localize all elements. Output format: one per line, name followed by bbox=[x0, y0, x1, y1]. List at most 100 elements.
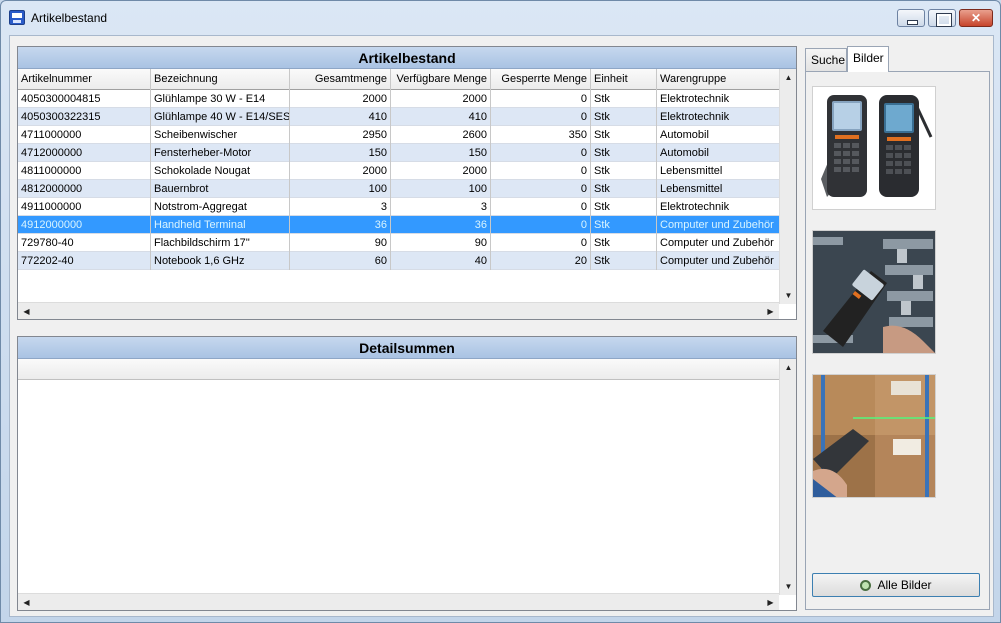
cell-gesperrte-menge[interactable]: 0 bbox=[491, 144, 591, 162]
column-header-gesperrte-menge[interactable]: Gesperrte Menge bbox=[491, 69, 591, 90]
detail-vertical-scrollbar[interactable]: ▲ ▼ bbox=[779, 359, 796, 595]
cell-gesamtmenge[interactable]: 2950 bbox=[290, 126, 391, 144]
column-header-warengruppe[interactable]: Warengruppe bbox=[657, 69, 779, 90]
scroll-right-arrow-icon[interactable]: ▶ bbox=[762, 594, 779, 611]
table-row[interactable]: 4811000000 Schokolade Nougat 2000 2000 0 Stk L… bbox=[18, 162, 779, 180]
cell-warengruppe[interactable]: Computer und Zubehör bbox=[657, 252, 779, 270]
cell-gesperrte-menge[interactable]: 0 bbox=[491, 162, 591, 180]
column-header-artikelnummer[interactable]: Artikelnummer bbox=[18, 69, 151, 90]
cell-artikelnummer[interactable]: 4912000000 bbox=[18, 216, 151, 234]
cell-gesperrte-menge[interactable]: 0 bbox=[491, 108, 591, 126]
title-bar[interactable]: Artikelbestand bbox=[1, 1, 1000, 35]
table-row[interactable]: 4912000000 Handheld Terminal 36 36 0 Stk Compu… bbox=[18, 216, 779, 234]
cell-verfuegbare-menge[interactable]: 40 bbox=[391, 252, 491, 270]
cell-warengruppe[interactable]: Lebensmittel bbox=[657, 162, 779, 180]
cell-einheit[interactable]: Stk bbox=[591, 252, 657, 270]
cell-einheit[interactable]: Stk bbox=[591, 108, 657, 126]
cell-einheit[interactable]: Stk bbox=[591, 180, 657, 198]
cell-gesperrte-menge[interactable]: 0 bbox=[491, 198, 591, 216]
cell-verfuegbare-menge[interactable]: 36 bbox=[391, 216, 491, 234]
cell-gesamtmenge[interactable]: 2000 bbox=[290, 90, 391, 108]
cell-gesperrte-menge[interactable]: 20 bbox=[491, 252, 591, 270]
cell-gesamtmenge[interactable]: 36 bbox=[290, 216, 391, 234]
cell-gesamtmenge[interactable]: 60 bbox=[290, 252, 391, 270]
cell-bezeichnung[interactable]: Schokolade Nougat bbox=[151, 162, 290, 180]
column-header-bezeichnung[interactable]: Bezeichnung bbox=[151, 69, 290, 90]
cell-warengruppe[interactable]: Elektrotechnik bbox=[657, 108, 779, 126]
artikel-vertical-scrollbar[interactable]: ▲ ▼ bbox=[779, 69, 796, 304]
cell-warengruppe[interactable]: Automobil bbox=[657, 144, 779, 162]
cell-warengruppe[interactable]: Lebensmittel bbox=[657, 180, 779, 198]
cell-einheit[interactable]: Stk bbox=[591, 126, 657, 144]
cell-bezeichnung[interactable]: Glühlampe 40 W - E14/SES bbox=[151, 108, 290, 126]
cell-artikelnummer[interactable]: 772202-40 bbox=[18, 252, 151, 270]
image-thumbnail-barcode-scan[interactable] bbox=[812, 374, 936, 498]
cell-einheit[interactable]: Stk bbox=[591, 162, 657, 180]
maximize-button[interactable] bbox=[928, 9, 956, 27]
cell-gesamtmenge[interactable]: 410 bbox=[290, 108, 391, 126]
cell-warengruppe[interactable]: Elektrotechnik bbox=[657, 198, 779, 216]
alle-bilder-button[interactable]: Alle Bilder bbox=[812, 573, 980, 597]
artikel-horizontal-scrollbar[interactable]: ◀ ▶ bbox=[18, 302, 779, 319]
cell-artikelnummer[interactable]: 4711000000 bbox=[18, 126, 151, 144]
cell-verfuegbare-menge[interactable]: 150 bbox=[391, 144, 491, 162]
cell-gesperrte-menge[interactable]: 350 bbox=[491, 126, 591, 144]
cell-warengruppe[interactable]: Computer und Zubehör bbox=[657, 216, 779, 234]
scroll-left-arrow-icon[interactable]: ◀ bbox=[18, 594, 35, 611]
cell-gesamtmenge[interactable]: 3 bbox=[290, 198, 391, 216]
cell-verfuegbare-menge[interactable]: 2600 bbox=[391, 126, 491, 144]
cell-einheit[interactable]: Stk bbox=[591, 90, 657, 108]
cell-bezeichnung[interactable]: Handheld Terminal bbox=[151, 216, 290, 234]
table-row[interactable]: 4812000000 Bauernbrot 100 100 0 Stk Lebensmitt… bbox=[18, 180, 779, 198]
table-row[interactable]: 4050300322315 Glühlampe 40 W - E14/SES 410… bbox=[18, 108, 779, 126]
cell-gesperrte-menge[interactable]: 0 bbox=[491, 180, 591, 198]
cell-artikelnummer[interactable]: 4911000000 bbox=[18, 198, 151, 216]
cell-warengruppe[interactable]: Elektrotechnik bbox=[657, 90, 779, 108]
table-row[interactable]: 4712000000 Fensterheber-Motor 150 150 0 Stk Au… bbox=[18, 144, 779, 162]
scroll-down-arrow-icon[interactable]: ▼ bbox=[780, 578, 797, 595]
scroll-right-arrow-icon[interactable]: ▶ bbox=[762, 303, 779, 320]
cell-gesamtmenge[interactable]: 100 bbox=[290, 180, 391, 198]
cell-gesperrte-menge[interactable]: 0 bbox=[491, 90, 591, 108]
cell-bezeichnung[interactable]: Bauernbrot bbox=[151, 180, 290, 198]
cell-artikelnummer[interactable]: 4050300322315 bbox=[18, 108, 151, 126]
cell-verfuegbare-menge[interactable]: 90 bbox=[391, 234, 491, 252]
table-row[interactable]: 4711000000 Scheibenwischer 2950 2600 350 Stk A… bbox=[18, 126, 779, 144]
image-thumbnail-handheld-terminals[interactable] bbox=[812, 86, 936, 210]
cell-bezeichnung[interactable]: Fensterheber-Motor bbox=[151, 144, 290, 162]
cell-artikelnummer[interactable]: 729780-40 bbox=[18, 234, 151, 252]
close-button[interactable] bbox=[959, 9, 993, 27]
scroll-left-arrow-icon[interactable]: ◀ bbox=[18, 303, 35, 320]
image-thumbnail-warehouse-scan[interactable] bbox=[812, 230, 936, 354]
cell-verfuegbare-menge[interactable]: 3 bbox=[391, 198, 491, 216]
column-header-einheit[interactable]: Einheit bbox=[591, 69, 657, 90]
scroll-down-arrow-icon[interactable]: ▼ bbox=[780, 287, 797, 304]
cell-artikelnummer[interactable]: 4050300004815 bbox=[18, 90, 151, 108]
cell-einheit[interactable]: Stk bbox=[591, 198, 657, 216]
column-header-gesamtmenge[interactable]: Gesamtmenge bbox=[290, 69, 391, 90]
tab-bilder[interactable]: Bilder bbox=[847, 46, 889, 72]
cell-einheit[interactable]: Stk bbox=[591, 216, 657, 234]
cell-verfuegbare-menge[interactable]: 410 bbox=[391, 108, 491, 126]
cell-einheit[interactable]: Stk bbox=[591, 144, 657, 162]
cell-gesamtmenge[interactable]: 2000 bbox=[290, 162, 391, 180]
cell-einheit[interactable]: Stk bbox=[591, 234, 657, 252]
cell-verfuegbare-menge[interactable]: 2000 bbox=[391, 90, 491, 108]
table-row[interactable]: 4911000000 Notstrom-Aggregat 3 3 0 Stk Elektro… bbox=[18, 198, 779, 216]
cell-artikelnummer[interactable]: 4712000000 bbox=[18, 144, 151, 162]
cell-bezeichnung[interactable]: Scheibenwischer bbox=[151, 126, 290, 144]
cell-gesperrte-menge[interactable]: 0 bbox=[491, 216, 591, 234]
column-header-verfuegbare-menge[interactable]: Verfügbare Menge bbox=[391, 69, 491, 90]
cell-bezeichnung[interactable]: Glühlampe 30 W - E14 bbox=[151, 90, 290, 108]
cell-bezeichnung[interactable]: Flachbildschirm 17'' bbox=[151, 234, 290, 252]
detail-horizontal-scrollbar[interactable]: ◀ ▶ bbox=[18, 593, 779, 610]
cell-gesperrte-menge[interactable]: 0 bbox=[491, 234, 591, 252]
table-row[interactable]: 4050300004815 Glühlampe 30 W - E14 2000 200… bbox=[18, 90, 779, 108]
cell-gesamtmenge[interactable]: 90 bbox=[290, 234, 391, 252]
cell-warengruppe[interactable]: Automobil bbox=[657, 126, 779, 144]
minimize-button[interactable] bbox=[897, 9, 925, 27]
cell-bezeichnung[interactable]: Notstrom-Aggregat bbox=[151, 198, 290, 216]
cell-warengruppe[interactable]: Computer und Zubehör bbox=[657, 234, 779, 252]
cell-bezeichnung[interactable]: Notebook 1,6 GHz bbox=[151, 252, 290, 270]
cell-artikelnummer[interactable]: 4811000000 bbox=[18, 162, 151, 180]
